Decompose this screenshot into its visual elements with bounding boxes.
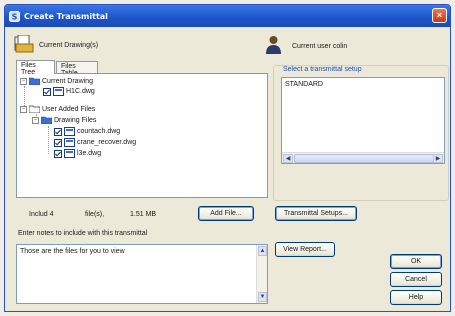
file-icon (64, 127, 75, 136)
files-label: file(s), (85, 211, 105, 218)
scroll-thumb[interactable] (294, 154, 434, 163)
cancel-button[interactable]: Cancel (390, 272, 442, 287)
folder-icon (29, 105, 40, 113)
tab-files-table[interactable]: Files Table (56, 61, 98, 77)
svg-text:S: S (12, 12, 18, 21)
notes-textarea[interactable]: Those are the files for you to view ▲ ▼ (16, 244, 268, 304)
tree-node-drawing-files[interactable]: − Drawing Files (32, 116, 96, 124)
checkbox-icon[interactable] (54, 138, 62, 147)
tree-label: Drawing Files (54, 116, 97, 124)
user-icon (266, 36, 281, 54)
tree-node-current-drawing[interactable]: − Current Drawing (20, 77, 93, 85)
collapse-toggle[interactable]: − (20, 105, 27, 113)
tree-label: crane_recover.dwg (77, 139, 137, 146)
add-file-button[interactable]: Add File... (198, 206, 254, 221)
scroll-right-icon[interactable]: ▶ (433, 154, 443, 163)
title-bar[interactable]: S Create Transmittal × (5, 5, 450, 27)
collapse-toggle[interactable]: − (20, 77, 27, 85)
transmittal-setups-button[interactable]: Transmittal Setups... (275, 206, 357, 221)
help-button-label: Help (408, 294, 424, 301)
help-button[interactable]: Help (390, 290, 442, 305)
tree-label: Current Drawing (42, 77, 93, 85)
checkbox-icon[interactable] (54, 149, 62, 158)
file-icon (64, 138, 75, 147)
total-size: 1.51 MB (130, 211, 157, 218)
close-icon: × (436, 10, 443, 20)
drawings-icon (14, 35, 34, 53)
current-drawings-label: Current Drawing(s) (39, 42, 99, 49)
tab-files-tree-label: Files Tree (21, 62, 36, 76)
transmittal-setups-button-label: Transmittal Setups... (284, 210, 348, 217)
file-icon (53, 87, 64, 96)
tree-label: l3e.dwg (77, 150, 102, 157)
tree-node-current-file[interactable]: H1C.dwg (43, 87, 95, 96)
notes-vertical-scrollbar[interactable]: ▲ ▼ (256, 245, 267, 303)
cancel-button-label: Cancel (405, 276, 427, 283)
window-title: Create Transmittal (24, 11, 108, 21)
included-count: Includ 4 (29, 211, 54, 218)
ok-button-label: OK (410, 258, 422, 265)
current-user-label: Current user colin (292, 43, 348, 50)
file-icon (64, 149, 75, 158)
scroll-down-icon[interactable]: ▼ (258, 292, 267, 302)
checkbox-icon[interactable] (54, 127, 62, 136)
tree-label: H1C.dwg (66, 88, 95, 95)
create-transmittal-dialog: S Create Transmittal × Current Drawing(s… (4, 4, 451, 312)
ok-button[interactable]: OK (390, 254, 442, 269)
app-icon: S (9, 10, 20, 22)
transmittal-setups-list[interactable]: STANDARD (281, 77, 445, 164)
view-report-button[interactable]: View Report... (275, 242, 335, 257)
files-tree-panel[interactable]: − Current Drawing H1C.dwg − User Added F… (16, 73, 268, 198)
notes-label: Enter notes to include with this transmi… (18, 230, 148, 237)
scroll-up-icon[interactable]: ▲ (258, 246, 267, 256)
close-button[interactable]: × (432, 8, 447, 23)
collapse-toggle[interactable]: − (32, 116, 39, 124)
tree-node-file[interactable]: crane_recover.dwg (54, 138, 136, 147)
scroll-left-icon[interactable]: ◀ (283, 154, 293, 163)
checkbox-icon[interactable] (43, 87, 51, 96)
folder-icon (41, 116, 52, 124)
folder-icon (29, 77, 40, 85)
tree-node-file[interactable]: countach.dwg (54, 127, 120, 136)
view-report-button-label: View Report... (283, 246, 327, 253)
tree-node-file[interactable]: l3e.dwg (54, 149, 101, 158)
notes-text: Those are the files for you to view (20, 248, 125, 255)
tree-label: countach.dwg (77, 128, 121, 135)
tree-node-user-added[interactable]: − User Added Files (20, 105, 95, 113)
add-file-button-label: Add File... (210, 210, 242, 217)
tree-label: User Added Files (42, 105, 96, 113)
setups-horizontal-scrollbar[interactable]: ◀ ▶ (282, 152, 444, 163)
tab-files-tree[interactable]: Files Tree (16, 60, 55, 76)
setup-item-standard[interactable]: STANDARD (285, 81, 323, 88)
setup-group-label: Select a transmittal setup (281, 66, 364, 73)
